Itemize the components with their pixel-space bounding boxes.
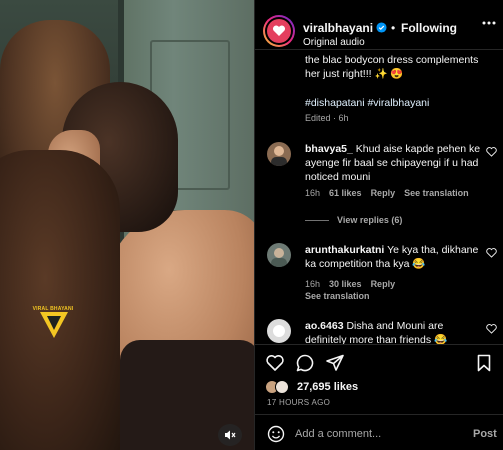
replies-line bbox=[305, 219, 329, 221]
share-icon[interactable] bbox=[325, 353, 345, 373]
comment-time: 16h bbox=[305, 279, 321, 289]
following-button[interactable]: Following bbox=[401, 21, 457, 35]
view-replies-label: View replies (6) bbox=[337, 215, 403, 225]
more-icon[interactable] bbox=[481, 20, 497, 26]
likes-row[interactable]: 27,695 likes bbox=[265, 380, 358, 394]
caption-text: the blac bodycon dress complements her j… bbox=[305, 54, 479, 80]
mute-button[interactable] bbox=[218, 424, 242, 446]
see-translation-button[interactable]: See translation bbox=[305, 291, 370, 301]
comment-icon[interactable] bbox=[295, 353, 315, 373]
liker-avatars bbox=[265, 380, 291, 394]
post-header: viralbhayani • Following Original audio bbox=[255, 0, 503, 50]
likes-count[interactable]: 27,695 likes bbox=[297, 381, 358, 393]
comment-composer: Post bbox=[255, 414, 503, 450]
heart-logo-icon bbox=[267, 19, 291, 43]
mute-icon bbox=[225, 430, 236, 440]
comment-like-icon[interactable] bbox=[486, 147, 497, 157]
comment-like-icon[interactable] bbox=[486, 324, 497, 334]
liker-avatar bbox=[275, 380, 289, 394]
comment-username[interactable]: bhavya5_ bbox=[305, 143, 353, 155]
comments-list[interactable]: the blac bodycon dress complements her j… bbox=[255, 51, 503, 344]
comment-text: bhavya5_ Khud aise kapde pehen ke ayenge… bbox=[305, 142, 483, 184]
comment-avatar[interactable] bbox=[267, 319, 291, 343]
person-foreground bbox=[0, 150, 120, 450]
verified-icon bbox=[376, 22, 387, 33]
username-link[interactable]: viralbhayani bbox=[303, 21, 373, 35]
comment-meta: 16h 61 likes Reply See translation bbox=[305, 188, 469, 198]
avatar[interactable] bbox=[263, 15, 295, 47]
reply-button[interactable]: Reply bbox=[371, 188, 396, 198]
comment-text: arunthakurkatni Ye kya tha, dikhane ka c… bbox=[305, 243, 483, 271]
comment-time: 16h bbox=[305, 188, 321, 198]
comment-avatar[interactable] bbox=[267, 142, 291, 166]
watermark-logo bbox=[40, 312, 68, 338]
separator-dot: • bbox=[391, 21, 396, 35]
caption-edited: Edited · 6h bbox=[305, 113, 349, 123]
reply-button[interactable]: Reply bbox=[371, 279, 396, 289]
post-media[interactable]: VIRAL BHAYANI bbox=[0, 0, 254, 450]
comment-username[interactable]: ao.6463 bbox=[305, 320, 344, 332]
caption-hashtags[interactable]: #dishapatani #viralbhayani bbox=[305, 97, 429, 109]
audio-link[interactable]: Original audio bbox=[303, 37, 365, 48]
comment-likes[interactable]: 30 likes bbox=[329, 279, 362, 289]
post-button[interactable]: Post bbox=[473, 428, 497, 440]
comment-meta: 16h 30 likes Reply bbox=[305, 279, 395, 289]
comment-avatar[interactable] bbox=[267, 243, 291, 267]
comment-likes[interactable]: 61 likes bbox=[329, 188, 362, 198]
action-bar: 27,695 likes 17 HOURS AGO bbox=[255, 344, 503, 414]
post-date: 17 HOURS AGO bbox=[267, 398, 331, 407]
comment-meta-translation: See translation bbox=[305, 291, 370, 301]
emoji-icon[interactable] bbox=[267, 425, 285, 443]
see-translation-button[interactable]: See translation bbox=[404, 188, 469, 198]
comment-input[interactable] bbox=[295, 424, 455, 444]
post-side-panel: viralbhayani • Following Original audio … bbox=[254, 0, 503, 450]
bookmark-icon[interactable] bbox=[474, 353, 494, 373]
comment-username[interactable]: arunthakurkatni bbox=[305, 244, 384, 256]
view-replies-button[interactable]: View replies (6) bbox=[305, 215, 402, 225]
comment-text: ao.6463 Disha and Mouni are definitely m… bbox=[305, 319, 483, 344]
comment-like-icon[interactable] bbox=[486, 248, 497, 258]
heart-icon[interactable] bbox=[265, 353, 285, 373]
